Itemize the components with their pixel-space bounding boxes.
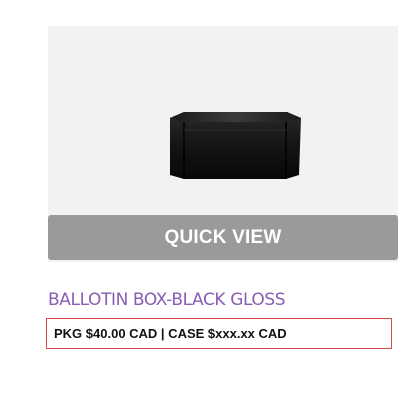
quick-view-button[interactable]: QUICK VIEW bbox=[48, 215, 398, 260]
product-card: QUICK VIEW BALLOTIN BOX-BLACK GLOSS PKG … bbox=[0, 0, 417, 400]
box-body-shape bbox=[170, 112, 301, 179]
price-box: PKG $40.00 CAD | CASE $xxx.xx CAD bbox=[46, 318, 392, 349]
black-ballotin-box-image bbox=[170, 112, 301, 179]
price-text: PKG $40.00 CAD | CASE $xxx.xx CAD bbox=[54, 326, 287, 341]
product-title-link[interactable]: BALLOTIN BOX-BLACK GLOSS bbox=[48, 287, 408, 313]
box-lid-shape bbox=[170, 112, 301, 122]
